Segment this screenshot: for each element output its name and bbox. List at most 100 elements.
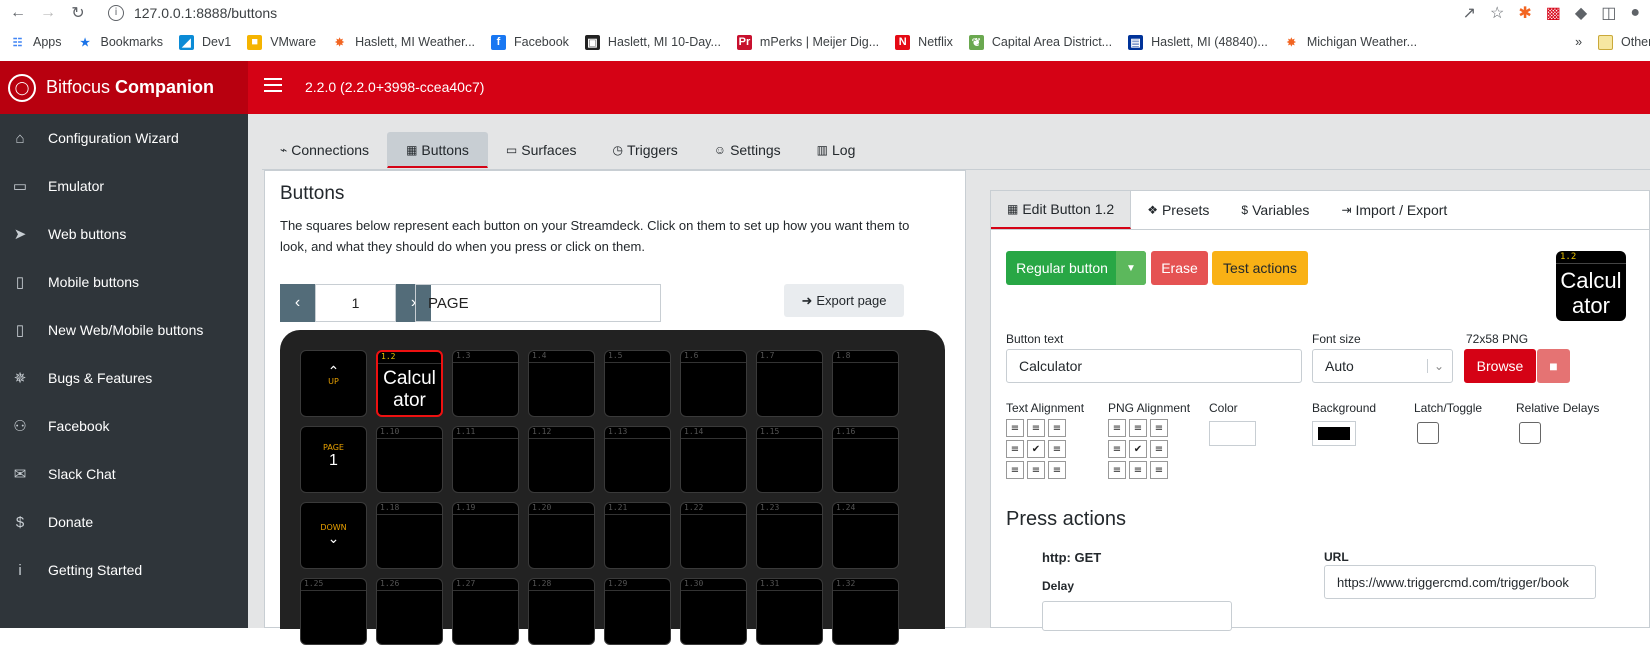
sidebar-item[interactable]: ✵ Bugs & Features bbox=[0, 354, 248, 402]
page-name-input[interactable]: PAGE bbox=[415, 284, 661, 322]
browse-button[interactable]: Browse bbox=[1464, 349, 1536, 383]
png-align-selected-cell[interactable]: ✔ bbox=[1129, 440, 1147, 458]
bookmark-item[interactable]: f Facebook bbox=[491, 34, 569, 50]
tab-buttons[interactable]: ▦ Buttons bbox=[387, 132, 488, 168]
bookmark-star-icon[interactable]: ☆ bbox=[1490, 3, 1504, 23]
streamdeck-key[interactable]: 1.19 bbox=[452, 502, 519, 569]
streamdeck-key[interactable]: 1.14 bbox=[680, 426, 747, 493]
streamdeck-key[interactable]: 1.30 bbox=[680, 578, 747, 645]
bookmark-item[interactable]: ▤ Haslett, MI (48840)... bbox=[1128, 34, 1268, 50]
sidebar-item[interactable]: i Getting Started bbox=[0, 546, 248, 594]
sidebar-item[interactable]: ▯ New Web/Mobile buttons bbox=[0, 306, 248, 354]
png-align-cell[interactable]: ≡ bbox=[1129, 419, 1147, 437]
streamdeck-key[interactable]: 1.20 bbox=[528, 502, 595, 569]
text-align-cell[interactable]: ≡ bbox=[1048, 419, 1066, 437]
page-number-input[interactable]: 1 bbox=[315, 284, 396, 322]
text-align-cell[interactable]: ≡ bbox=[1027, 461, 1045, 479]
streamdeck-key[interactable]: 1.24 bbox=[832, 502, 899, 569]
color-picker[interactable] bbox=[1209, 421, 1256, 446]
text-align-cell[interactable]: ≡ bbox=[1027, 419, 1045, 437]
tab-connections[interactable]: ⌁ Connections bbox=[262, 132, 387, 168]
sidebar-item[interactable]: ▯ Mobile buttons bbox=[0, 258, 248, 306]
regular-button-dropdown[interactable]: Regular button ▼ bbox=[1006, 251, 1146, 285]
relative-delays-checkbox[interactable] bbox=[1519, 422, 1541, 444]
streamdeck-key[interactable]: 1.6 bbox=[680, 350, 747, 417]
profile-icon[interactable]: ● bbox=[1630, 4, 1640, 22]
png-align-cell[interactable]: ≡ bbox=[1129, 461, 1147, 479]
png-align-cell[interactable]: ≡ bbox=[1150, 419, 1168, 437]
edit-tab[interactable]: ❖ Presets bbox=[1131, 191, 1225, 229]
delay-input[interactable] bbox=[1042, 601, 1232, 631]
bookmark-item[interactable]: N Netflix bbox=[895, 34, 953, 50]
page-up-key[interactable]: ⌃ UP bbox=[300, 350, 367, 417]
bookmark-item[interactable]: Pr mPerks | Meijer Dig... bbox=[736, 34, 879, 50]
tab-settings[interactable]: ☺ Settings bbox=[696, 132, 799, 168]
export-page-button[interactable]: ➜ Export page bbox=[784, 284, 904, 317]
edit-tab[interactable]: ⇥ Import / Export bbox=[1325, 191, 1463, 229]
streamdeck-key[interactable]: 1.4 bbox=[528, 350, 595, 417]
prev-page-button[interactable]: ‹ bbox=[280, 284, 315, 322]
png-align-cell[interactable]: ≡ bbox=[1108, 461, 1126, 479]
streamdeck-key[interactable]: 1.23 bbox=[756, 502, 823, 569]
text-align-cell[interactable]: ≡ bbox=[1006, 419, 1024, 437]
back-icon[interactable]: ← bbox=[6, 1, 30, 25]
streamdeck-key[interactable]: 1.27 bbox=[452, 578, 519, 645]
extension-icon[interactable]: ✱ bbox=[1518, 3, 1531, 23]
streamdeck-key[interactable]: 1.3 bbox=[452, 350, 519, 417]
edit-tab[interactable]: ▦ Edit Button 1.2 bbox=[991, 191, 1132, 229]
png-align-cell[interactable]: ≡ bbox=[1108, 440, 1126, 458]
png-align-cell[interactable]: ≡ bbox=[1108, 419, 1126, 437]
latch-toggle-checkbox[interactable] bbox=[1417, 422, 1439, 444]
text-align-cell[interactable]: ≡ bbox=[1006, 461, 1024, 479]
streamdeck-key[interactable]: 1.26 bbox=[376, 578, 443, 645]
streamdeck-key[interactable]: 1.18 bbox=[376, 502, 443, 569]
other-bookmarks[interactable]: Other boo bbox=[1598, 34, 1650, 50]
share-icon[interactable]: ↗ bbox=[1463, 3, 1476, 23]
text-align-selected-cell[interactable]: ✔ bbox=[1027, 440, 1045, 458]
text-align-cell[interactable]: ≡ bbox=[1006, 440, 1024, 458]
bookmark-item[interactable]: ✸ Haslett, MI Weather... bbox=[332, 35, 475, 50]
sidepanel-icon[interactable]: ◫ bbox=[1601, 3, 1616, 23]
bookmark-item[interactable]: ◢ Dev1 bbox=[179, 34, 231, 50]
streamdeck-key[interactable]: 1.31 bbox=[756, 578, 823, 645]
sidebar-item[interactable]: ▭ Emulator bbox=[0, 162, 248, 210]
test-actions-button[interactable]: Test actions bbox=[1212, 251, 1308, 285]
info-icon[interactable]: i bbox=[107, 4, 124, 21]
background-picker[interactable] bbox=[1312, 421, 1356, 446]
tab-surfaces[interactable]: ▭ Surfaces bbox=[488, 132, 595, 168]
streamdeck-key[interactable]: 1.15 bbox=[756, 426, 823, 493]
page-down-key[interactable]: DOWN ⌄ bbox=[300, 502, 367, 569]
streamdeck-key[interactable]: 1.2 Calcul ator bbox=[376, 350, 443, 417]
bookmark-item[interactable]: ■ VMware bbox=[247, 34, 316, 50]
streamdeck-key[interactable]: 1.21 bbox=[604, 502, 671, 569]
bookmark-item[interactable]: ▣ Haslett, MI 10-Day... bbox=[584, 34, 721, 50]
url-input[interactable]: https://www.triggercmd.com/trigger/book bbox=[1324, 565, 1596, 599]
streamdeck-key[interactable]: 1.28 bbox=[528, 578, 595, 645]
png-align-cell[interactable]: ≡ bbox=[1150, 461, 1168, 479]
caret-down-icon[interactable]: ▼ bbox=[1116, 251, 1146, 285]
streamdeck-key[interactable]: 1.5 bbox=[604, 350, 671, 417]
streamdeck-key[interactable]: 1.10 bbox=[376, 426, 443, 493]
delete-png-button[interactable]: ■ bbox=[1537, 349, 1570, 383]
streamdeck-key[interactable]: 1.25 bbox=[300, 578, 367, 645]
sidebar-item[interactable]: ➤ Web buttons bbox=[0, 210, 248, 258]
png-align-cell[interactable]: ≡ bbox=[1150, 440, 1168, 458]
brand[interactable]: ◯ Bitfocus Companion bbox=[0, 61, 248, 114]
streamdeck-key[interactable]: 1.16 bbox=[832, 426, 899, 493]
url-text[interactable]: 127.0.0.1:8888/buttons bbox=[134, 5, 277, 21]
erase-button[interactable]: Erase bbox=[1151, 251, 1208, 285]
sidebar-item[interactable]: ⚇ Facebook bbox=[0, 402, 248, 450]
streamdeck-key[interactable]: 1.22 bbox=[680, 502, 747, 569]
streamdeck-key[interactable]: 1.12 bbox=[528, 426, 595, 493]
streamdeck-key[interactable]: 1.11 bbox=[452, 426, 519, 493]
menu-toggle-icon[interactable] bbox=[264, 78, 282, 92]
forward-icon[interactable]: → bbox=[36, 1, 60, 25]
font-size-select[interactable]: Auto ⌄ bbox=[1312, 349, 1453, 383]
tab-log[interactable]: ▥ Log bbox=[799, 132, 874, 168]
tab-triggers[interactable]: ◷ Triggers bbox=[594, 132, 695, 168]
translate-icon[interactable]: ▩ bbox=[1546, 3, 1561, 23]
reload-icon[interactable]: ↻ bbox=[66, 1, 90, 25]
button-text-input[interactable]: Calculator bbox=[1006, 349, 1302, 383]
sidebar-item[interactable]: ✉ Slack Chat bbox=[0, 450, 248, 498]
bookmark-item[interactable]: ❦ Capital Area District... bbox=[968, 34, 1112, 50]
